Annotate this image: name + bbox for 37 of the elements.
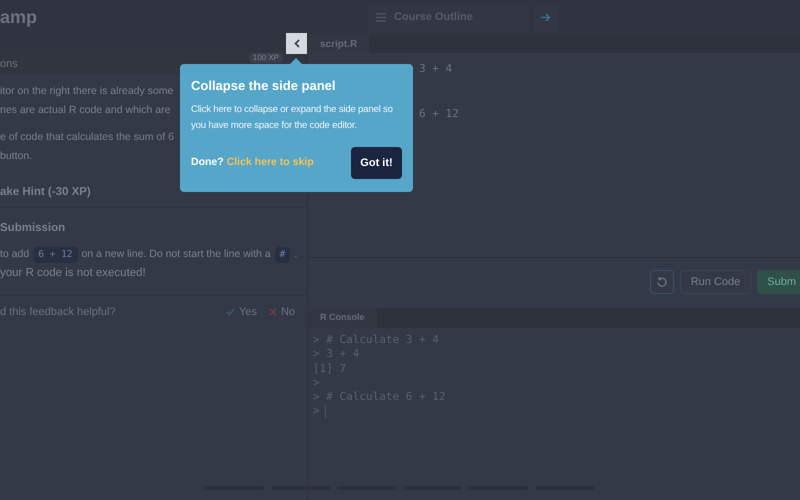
- feedback-text: .: [294, 246, 298, 262]
- run-code-button[interactable]: Run Code: [680, 270, 752, 294]
- app-title: amp: [0, 6, 38, 29]
- done-label: Done?: [191, 155, 224, 170]
- popup-text: Click here to collapse or expand the side panel so you have more space for the code editor.: [191, 102, 394, 132]
- instruction-text: button.: [0, 149, 32, 164]
- feedback-text: to add: [0, 246, 30, 262]
- yes-button[interactable]: Yes: [226, 304, 257, 320]
- reset-button[interactable]: [650, 270, 674, 294]
- submit-button[interactable]: Subm: [757, 270, 800, 294]
- code-line: 6 + 12: [419, 106, 459, 122]
- arrow-right-icon: [541, 13, 551, 22]
- code-chip: #: [274, 246, 290, 263]
- hint-button[interactable]: ake Hint (-30 XP): [0, 184, 91, 202]
- code-line: 3 + 4: [419, 61, 452, 77]
- menu-icon: [376, 13, 386, 22]
- instruction-text: itor on the right there is already some: [0, 84, 174, 99]
- instruction-text: nes are actual R code and which are: [0, 103, 170, 118]
- feedback-text: on a new line. Do not start the line with a: [82, 246, 271, 262]
- feedback-text: your R code is not executed!: [0, 266, 146, 282]
- console-line: >: [313, 403, 320, 420]
- no-button[interactable]: No: [268, 304, 295, 320]
- code-chip: 6 + 12: [33, 246, 78, 263]
- console-line: >: [313, 374, 320, 391]
- skip-link[interactable]: Click here to skip: [226, 155, 314, 171]
- feedback-title: Submission: [0, 221, 66, 236]
- section-tab[interactable]: ons: [0, 56, 18, 72]
- undo-icon: [656, 276, 668, 288]
- check-icon: [226, 308, 235, 316]
- helpful-question: d this feedback helpful?: [0, 305, 117, 320]
- got-it-button[interactable]: Got it!: [351, 147, 402, 179]
- collapse-panel-button[interactable]: [286, 33, 307, 54]
- chevron-left-icon: [294, 39, 300, 48]
- xp-badge: 100 XP: [248, 53, 283, 63]
- popup-title: Collapse the side panel: [191, 77, 336, 95]
- instruction-text: e of code that calculates the sum of 6: [0, 130, 174, 145]
- close-icon: [268, 308, 277, 316]
